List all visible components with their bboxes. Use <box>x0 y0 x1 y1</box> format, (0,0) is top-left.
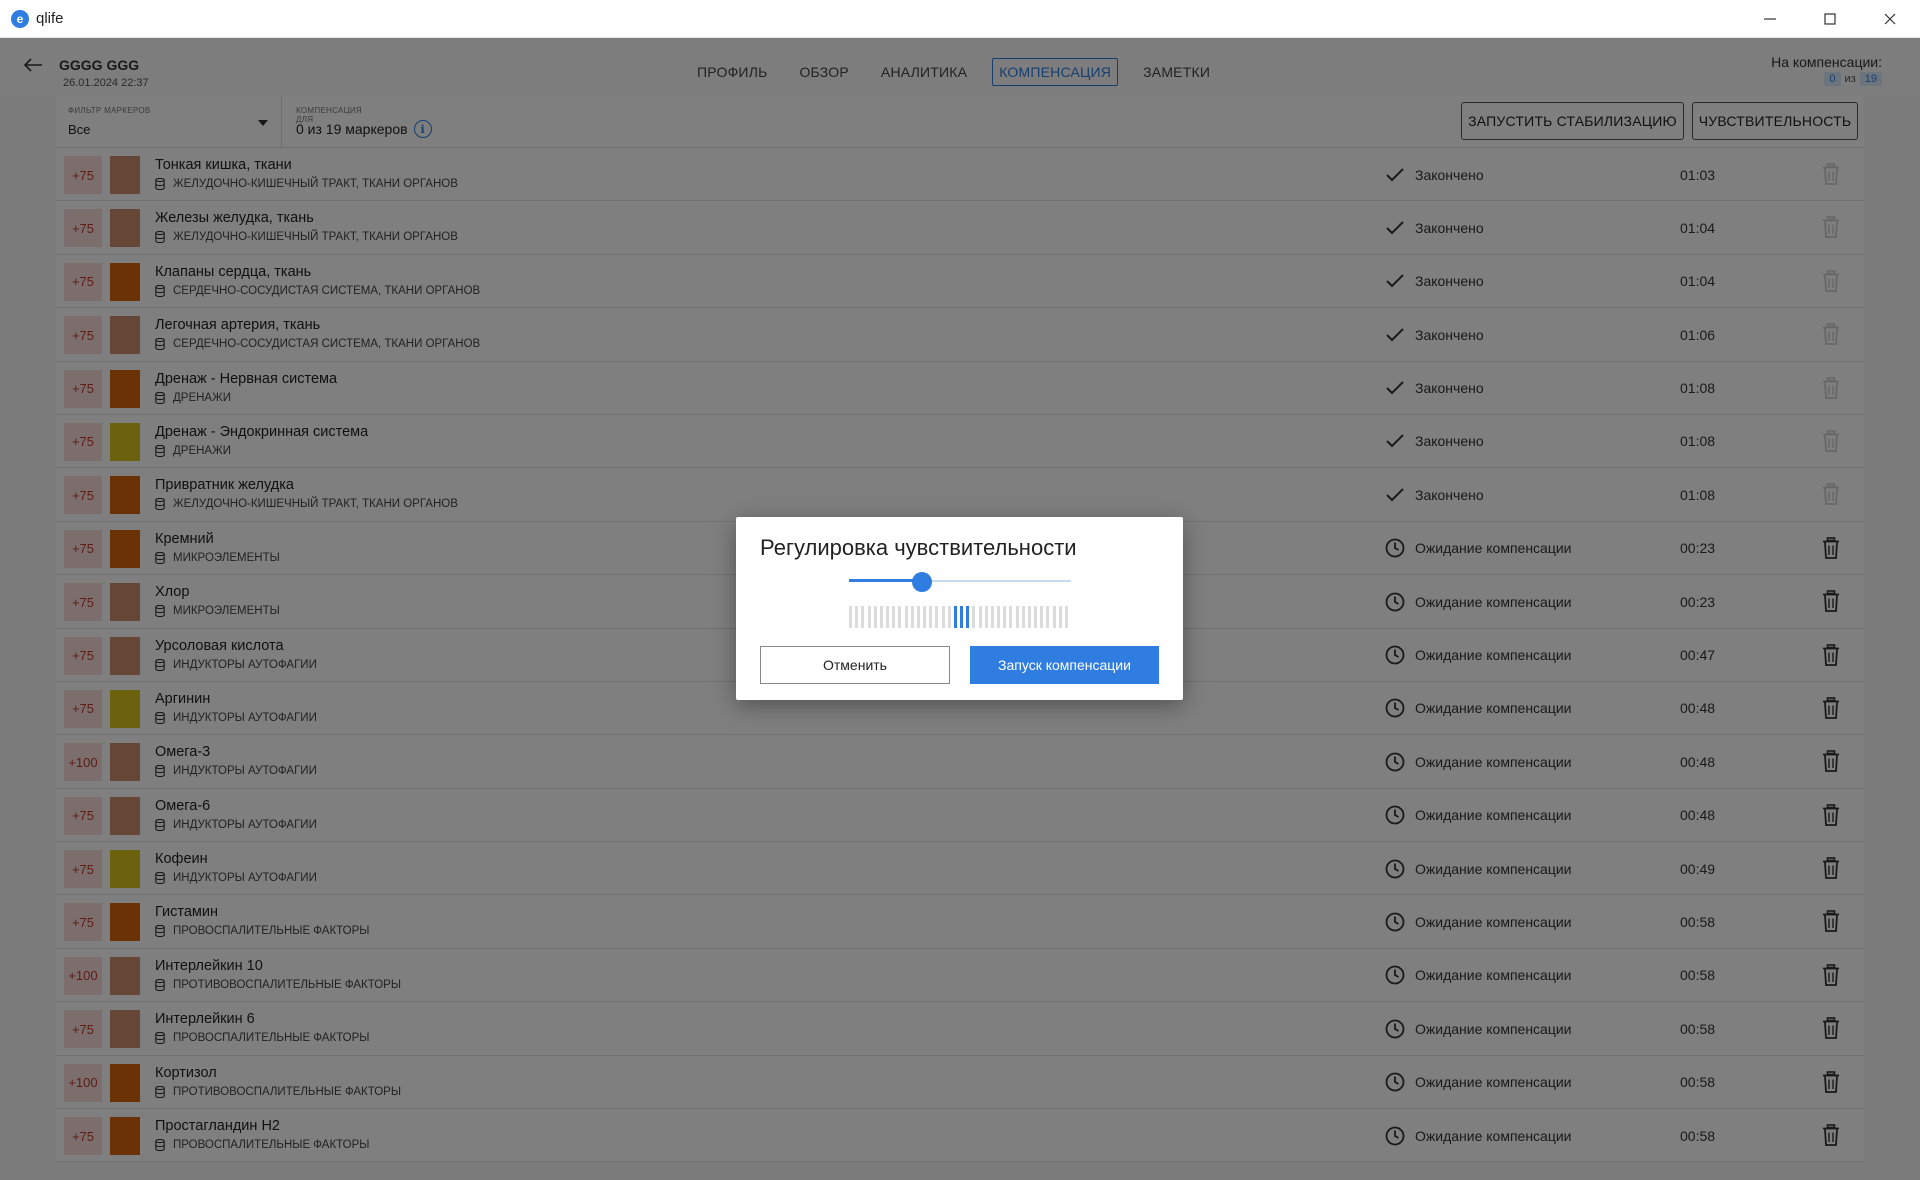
meter-bar <box>898 606 902 628</box>
minimize-button[interactable] <box>1740 0 1800 38</box>
meter-bar <box>984 606 988 628</box>
meter-bar <box>886 606 889 628</box>
minimize-icon <box>1764 18 1776 20</box>
close-icon <box>1884 13 1896 25</box>
meter-bar <box>997 606 1000 628</box>
meter-bar <box>1003 606 1007 628</box>
meter-bar <box>1064 606 1068 628</box>
maximize-button[interactable] <box>1800 0 1860 38</box>
meter-bar <box>916 606 920 628</box>
meter-bar <box>873 606 877 628</box>
meter-bar <box>849 606 852 628</box>
meter-bar <box>1058 606 1062 628</box>
meter-bar <box>1015 606 1019 628</box>
start-compensation-button[interactable]: Запуск компенсации <box>970 646 1159 684</box>
maximize-icon <box>1824 13 1836 25</box>
meter-bar <box>1046 606 1050 628</box>
close-button[interactable] <box>1860 0 1920 38</box>
meter-bar <box>1034 606 1037 628</box>
dialog-title: Регулировка чувствительности <box>760 535 1077 560</box>
cancel-button[interactable]: Отменить <box>760 646 950 684</box>
app-logo-icon: e <box>11 9 29 28</box>
slider-fill <box>849 579 923 582</box>
meter-bar <box>861 606 865 628</box>
meter-bar <box>1021 606 1025 628</box>
meter-bar <box>941 606 945 628</box>
meter-bar <box>1040 606 1044 628</box>
sensitivity-meter <box>849 606 1071 628</box>
sensitivity-slider[interactable] <box>849 572 1071 592</box>
meter-bar <box>1052 606 1056 628</box>
meter-bar <box>966 606 970 628</box>
meter-bar <box>904 606 908 628</box>
meter-bar <box>1027 606 1031 628</box>
window-controls <box>1740 0 1920 38</box>
meter-bar <box>867 606 871 628</box>
meter-bar <box>972 606 976 628</box>
meter-bar <box>929 606 933 628</box>
sensitivity-dialog: Регулировка чувствительности Отменить За… <box>736 517 1183 700</box>
meter-bar <box>978 606 982 628</box>
meter-bar <box>990 606 994 628</box>
meter-bar <box>947 606 951 628</box>
meter-bar <box>935 606 939 628</box>
slider-thumb[interactable] <box>912 572 933 592</box>
meter-bar <box>910 606 914 628</box>
window-title: qlife <box>36 10 64 27</box>
meter-bar <box>855 606 859 628</box>
window-titlebar: e qlife <box>0 0 1920 38</box>
meter-bar <box>892 606 896 628</box>
meter-bar <box>923 606 926 628</box>
meter-bar <box>879 606 883 628</box>
meter-bar <box>960 606 963 628</box>
meter-bar <box>1009 606 1013 628</box>
meter-bar <box>953 606 957 628</box>
